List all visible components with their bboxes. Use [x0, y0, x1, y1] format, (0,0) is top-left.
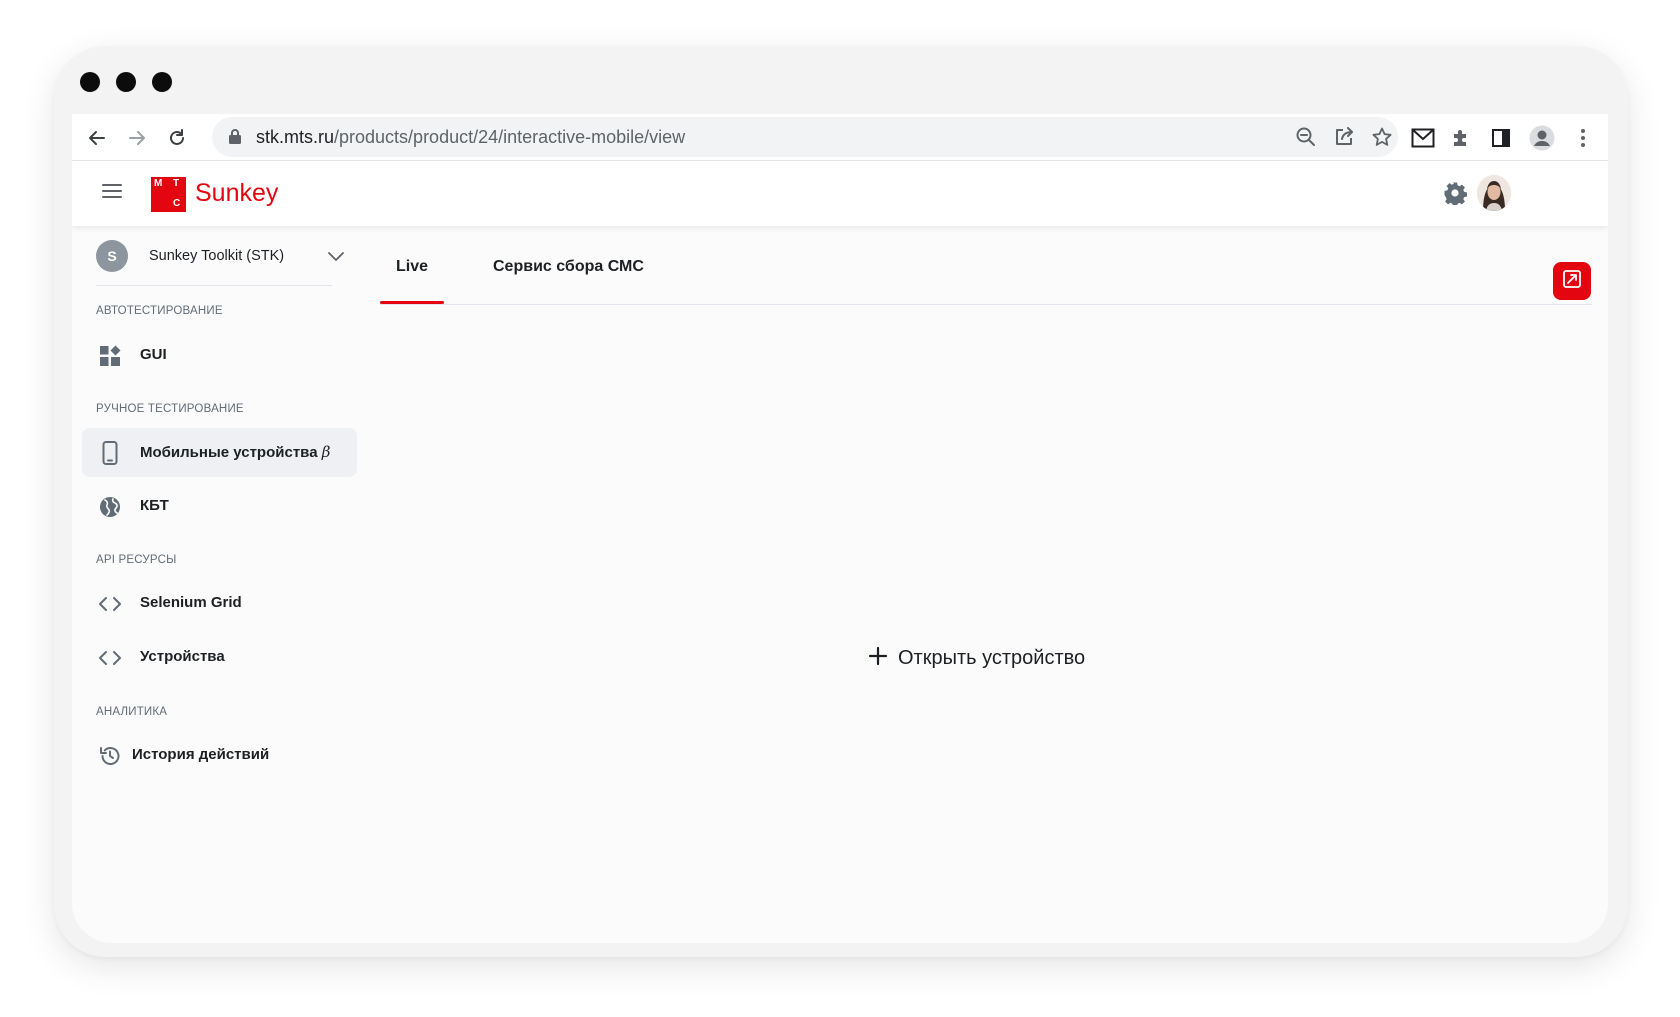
expand-icon [1562, 269, 1582, 294]
profile-icon[interactable] [1529, 125, 1555, 151]
share-icon[interactable] [1333, 126, 1355, 153]
brand-name[interactable]: Sunkey [195, 179, 278, 208]
gmail-extension-icon[interactable] [1410, 127, 1436, 149]
tab-bar: Live Сервис сбора СМС [380, 226, 1592, 305]
sidebar-item-gui[interactable]: GUI [82, 331, 357, 380]
code-icon [98, 592, 122, 616]
window-close-dot[interactable] [80, 72, 100, 92]
extensions-puzzle-icon[interactable] [1450, 127, 1472, 149]
settings-gear-icon[interactable] [1443, 181, 1467, 210]
open-device-label: Открыть устройство [898, 647, 1086, 669]
sidebar-item-label-text: Мобильные устройства [140, 444, 318, 461]
sidebar-item-devices-api[interactable]: Устройства [82, 633, 357, 682]
active-tab-indicator [380, 301, 444, 304]
back-icon[interactable] [86, 127, 108, 149]
logo-letter-s: С [173, 198, 181, 209]
mts-logo[interactable]: М Т С [151, 177, 186, 212]
browser-menu-icon[interactable] [1572, 127, 1594, 149]
section-label-analytics: АНАЛИТИКА [96, 706, 168, 718]
window-maximize-dot[interactable] [152, 72, 172, 92]
browser-toolbar: stk.mts.ru/products/product/24/interacti… [72, 114, 1608, 161]
smartphone-icon [98, 441, 122, 465]
app-header: М Т С Sunkey [72, 161, 1608, 226]
section-label-autotesting: АВТОТЕСТИРОВАНИЕ [96, 305, 223, 317]
fullscreen-button[interactable] [1553, 262, 1591, 300]
open-device-button[interactable]: Открыть устройство [868, 646, 1085, 671]
sidebar-item-label: Selenium Grid [140, 594, 242, 611]
url-path: /products/product/24/interactive-mobile/… [334, 127, 686, 147]
browser-window: stk.mts.ru/products/product/24/interacti… [54, 46, 1628, 957]
url-host: stk.mts.ru [256, 127, 335, 147]
chevron-down-icon [328, 249, 344, 267]
lock-icon [228, 128, 242, 150]
logo-letter-m: М [154, 178, 163, 189]
user-avatar[interactable] [1477, 175, 1511, 211]
section-label-api-resources: API РЕСУРСЫ [96, 554, 177, 566]
project-avatar-letter: S [107, 248, 117, 264]
beta-badge: β [321, 443, 331, 461]
bookmark-star-icon[interactable] [1371, 126, 1393, 153]
sidebar-item-label: Мобильные устройства β [140, 443, 330, 461]
section-label-manual-testing: РУЧНОЕ ТЕСТИРОВАНИЕ [96, 403, 244, 415]
logo-letter-t: Т [173, 178, 180, 189]
address-bar[interactable]: stk.mts.ru/products/product/24/interacti… [212, 117, 1398, 157]
sidebar-item-selenium-grid[interactable]: Selenium Grid [82, 579, 357, 628]
globe-icon [98, 495, 122, 519]
dashboard-icon [98, 344, 122, 368]
sidebar-item-label: КБТ [140, 497, 169, 514]
plus-icon [868, 646, 888, 671]
sidebar-item-action-history[interactable]: История действий [82, 731, 357, 780]
project-avatar: S [96, 240, 128, 272]
sidebar-item-kbt[interactable]: КБТ [82, 482, 357, 531]
code-icon [98, 646, 122, 670]
hamburger-menu-icon[interactable] [102, 183, 122, 204]
zoom-icon[interactable] [1295, 126, 1317, 153]
history-icon [98, 744, 122, 768]
sidebar: S Sunkey Toolkit (STK) АВТОТЕСТИРОВАНИЕ … [72, 226, 362, 943]
sidebar-item-label: GUI [140, 346, 167, 363]
window-minimize-dot[interactable] [116, 72, 136, 92]
app-content: М Т С Sunkey S Sunkey Toolkit (STK) АВТО… [72, 161, 1608, 943]
tab-sms-service[interactable]: Сервис сбора СМС [493, 258, 644, 276]
sidebar-item-mobile-devices[interactable]: Мобильные устройства β [82, 428, 357, 477]
url-text: stk.mts.ru/products/product/24/interacti… [256, 127, 685, 148]
tab-live[interactable]: Live [396, 258, 428, 276]
sidebar-item-label: Устройства [140, 648, 225, 665]
sidebar-item-label: История действий [132, 746, 270, 763]
forward-icon[interactable] [126, 127, 148, 149]
reload-icon[interactable] [166, 127, 188, 149]
project-selector[interactable]: S Sunkey Toolkit (STK) [96, 240, 344, 276]
project-name: Sunkey Toolkit (STK) [149, 248, 285, 264]
side-panel-icon[interactable] [1490, 127, 1512, 149]
sidebar-divider [96, 285, 332, 286]
